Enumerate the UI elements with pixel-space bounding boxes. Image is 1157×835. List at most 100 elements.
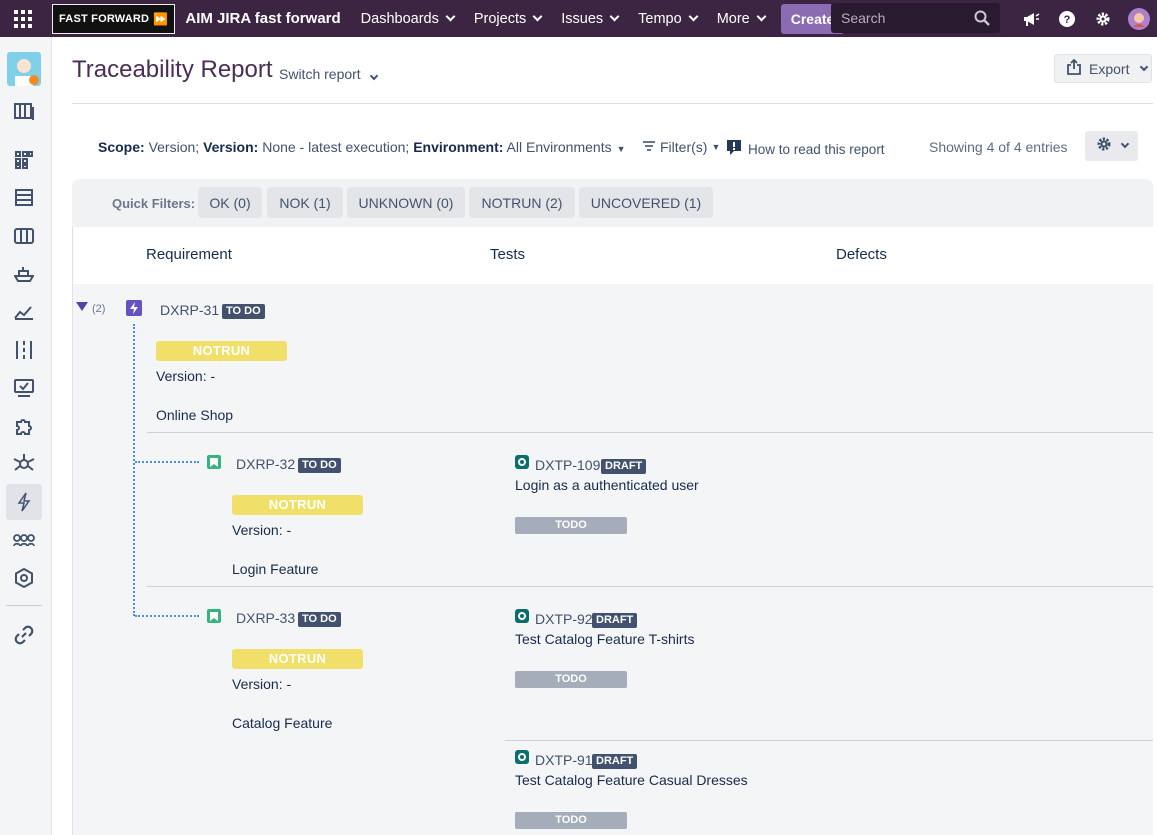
requirement-version: Version: - [232, 676, 292, 692]
table-body [73, 284, 1153, 835]
search-placeholder: Search [841, 10, 886, 26]
sidebar-divider [6, 605, 42, 606]
filter-icon [642, 139, 656, 155]
row-divider [147, 586, 1153, 587]
environment-dropdown[interactable]: All Environments ▼ [507, 139, 626, 155]
requirement-key-link[interactable]: DXRP-31 [160, 302, 219, 318]
export-button[interactable]: Export [1054, 54, 1152, 83]
requirement-component: Online Shop [156, 407, 234, 423]
stack-icon[interactable] [6, 180, 42, 216]
megaphone-icon[interactable] [1013, 11, 1049, 27]
how-to-read-link[interactable]: How to read this report [726, 139, 885, 160]
gear-icon [1096, 136, 1112, 157]
status-badge: TO DO [222, 304, 265, 319]
nav-tempo-label: Tempo [638, 10, 682, 27]
reports-chart-icon[interactable] [6, 294, 42, 330]
requirement-version: Version: - [232, 522, 292, 538]
status-badge: TO DO [298, 612, 341, 627]
column-header-requirement: Requirement [146, 246, 232, 263]
requirement-key-link[interactable]: DXRP-33 [236, 610, 295, 626]
test-case-icon [515, 609, 529, 623]
quick-filter-notrun[interactable]: NOTRUN (2) [469, 187, 575, 218]
settings-gear-icon[interactable] [1085, 11, 1121, 27]
quick-filter-ok[interactable]: OK (0) [198, 187, 262, 218]
columns-icon[interactable] [6, 218, 42, 254]
svg-text:?: ? [1064, 14, 1071, 26]
logo-text: FAST FORWARD [59, 12, 150, 25]
how-to-read-label: How to read this report [748, 142, 885, 157]
report-scope-info: Scope: Version; Version: None - latest e… [98, 139, 626, 155]
board-icon[interactable] [6, 142, 42, 178]
scope-key: Scope: [98, 139, 145, 155]
test-key-link[interactable]: DXTP-109 [535, 457, 600, 473]
filters-dropdown[interactable]: Filter(s) ▼ [642, 139, 720, 155]
export-label: Export [1089, 60, 1130, 77]
caret-down-icon: ▼ [711, 142, 721, 152]
network-hub-icon[interactable] [6, 446, 42, 482]
quick-filters-label: Quick Filters: [112, 196, 196, 211]
requirement-component: Login Feature [232, 561, 319, 577]
environment-key: Environment: [413, 139, 504, 155]
site-logo[interactable]: FAST FORWARD ⏩ [52, 3, 176, 34]
scope-value: Version; [148, 139, 200, 155]
search-input[interactable]: Search [831, 3, 1000, 33]
quick-filter-unknown[interactable]: UNKNOWN (0) [347, 187, 465, 218]
requirement-key-link[interactable]: DXRP-32 [236, 456, 295, 472]
info-message-icon [726, 139, 742, 160]
chevron-down-icon [532, 11, 543, 22]
epic-bolt-icon [126, 300, 142, 316]
row-divider [147, 432, 1153, 433]
nav-projects-label: Projects [473, 10, 527, 27]
backlog-icon[interactable] [6, 94, 42, 130]
nav-tempo[interactable]: Tempo [638, 10, 699, 27]
environment-value: All Environments [506, 139, 612, 155]
nav-issues-label: Issues [561, 10, 604, 27]
releases-ship-icon[interactable] [6, 256, 42, 292]
status-badge: TO DO [298, 458, 341, 473]
test-management-icon[interactable] [6, 370, 42, 406]
switch-report-label: Switch report [279, 66, 361, 82]
chevron-down-icon [445, 11, 456, 22]
project-avatar-icon[interactable] [6, 51, 42, 87]
quick-filter-uncovered[interactable]: UNCOVERED (1) [579, 187, 713, 218]
story-bookmark-icon [207, 455, 221, 469]
quick-filter-nok[interactable]: NOK (1) [267, 187, 343, 218]
nav-dashboards[interactable]: Dashboards [360, 10, 456, 27]
link-icon[interactable] [6, 617, 42, 653]
test-status-badge: DRAFT [592, 754, 638, 769]
add-ons-puzzle-icon[interactable] [6, 408, 42, 444]
nav-dashboards-label: Dashboards [360, 10, 439, 27]
chevron-down-icon [609, 11, 620, 22]
components-hexagon-icon[interactable] [6, 560, 42, 596]
test-key-link[interactable]: DXTP-92 [535, 611, 593, 627]
timeline-icon[interactable] [6, 332, 42, 368]
version-key: Version: [203, 139, 259, 155]
test-execution-status: TODO [515, 671, 627, 688]
top-navigation-bar: FAST FORWARD ⏩ AIM JIRA fast forward Das… [0, 0, 1157, 37]
nav-projects[interactable]: Projects [473, 10, 543, 27]
child-count: (2) [92, 302, 106, 315]
help-icon[interactable]: ? [1049, 10, 1085, 27]
site-title[interactable]: AIM JIRA fast forward [185, 10, 340, 27]
app-switcher-icon[interactable] [0, 0, 46, 37]
switch-report-dropdown[interactable]: Switch report [279, 66, 378, 82]
column-header-defects: Defects [836, 246, 887, 263]
filters-label: Filter(s) [660, 139, 708, 155]
test-key-link[interactable]: DXTP-91 [535, 752, 593, 768]
search-icon [974, 10, 990, 29]
traceability-bolt-icon[interactable] [6, 484, 42, 520]
chevron-down-icon [369, 71, 378, 81]
tree-connector-branch [135, 615, 199, 617]
nav-issues[interactable]: Issues [561, 10, 620, 27]
version-value: None - latest execution; [262, 139, 410, 155]
chevron-down-icon [688, 11, 699, 22]
test-summary: Test Catalog Feature Casual Dresses [515, 772, 748, 788]
test-execution-status: TODO [515, 517, 627, 534]
table-settings-button[interactable] [1085, 131, 1138, 161]
expand-toggle[interactable]: (2) [76, 302, 105, 315]
user-avatar[interactable] [1121, 7, 1157, 31]
column-header-tests: Tests [490, 246, 526, 263]
team-people-icon[interactable] [6, 522, 42, 558]
row-divider [505, 740, 1153, 741]
nav-more[interactable]: More [717, 11, 767, 27]
